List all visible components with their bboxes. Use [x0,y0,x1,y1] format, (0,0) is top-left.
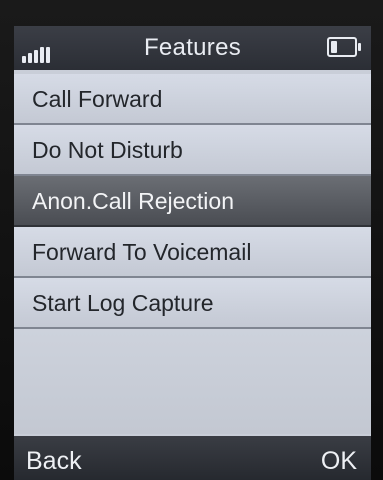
status-bar: Features [14,26,371,70]
screen-title: Features [143,34,242,61]
ok-softkey[interactable]: OK [321,447,357,476]
menu-item-call-forward[interactable]: Call Forward [14,74,371,125]
menu-item-do-not-disturb[interactable]: Do Not Disturb [14,125,371,176]
back-softkey[interactable]: Back [26,447,82,476]
battery-icon [327,37,361,57]
menu-item-start-log-capture[interactable]: Start Log Capture [14,278,371,329]
features-menu: Call Forward Do Not Disturb Anon.Call Re… [14,74,371,329]
menu-item-anon-call-rejection[interactable]: Anon.Call Rejection [14,176,371,227]
phone-screen: Features Call Forward Do Not Disturb Ano… [14,26,371,480]
menu-empty-area [14,329,371,434]
menu-item-forward-to-voicemail[interactable]: Forward To Voicemail [14,227,371,278]
softkey-bar: Back OK [14,436,371,480]
